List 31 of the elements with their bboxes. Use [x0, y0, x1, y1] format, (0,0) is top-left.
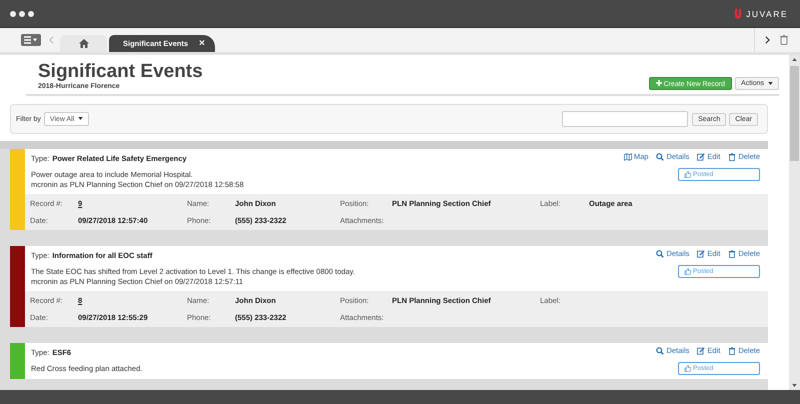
trash-icon — [728, 152, 736, 160]
scroll-up-arrow-icon[interactable] — [792, 58, 797, 61]
search-icon — [656, 152, 664, 160]
caret-icon — [768, 82, 773, 85]
close-tab-icon[interactable]: × — [199, 38, 205, 48]
trash-icon[interactable] — [780, 35, 788, 45]
thumbs-up-icon — [684, 365, 691, 372]
scrollbar[interactable] — [789, 55, 800, 390]
page-title: Significant Events — [38, 61, 203, 82]
home-tab[interactable] — [60, 35, 107, 52]
window-controls-icon — [10, 10, 34, 16]
forward-chevron-icon[interactable] — [765, 36, 770, 44]
thumbs-up-icon — [684, 171, 691, 178]
caret-icon — [78, 117, 84, 120]
shield-logo-icon — [734, 8, 742, 19]
map-icon — [624, 152, 632, 160]
plus-icon — [656, 80, 662, 86]
trash-icon — [728, 346, 736, 354]
edit-icon — [697, 346, 706, 354]
edit-icon — [697, 152, 706, 160]
scroll-thumb[interactable] — [790, 66, 799, 161]
thumbs-up-icon — [684, 268, 691, 275]
search-field[interactable] — [562, 111, 688, 127]
brand-name: JUVARE — [746, 8, 788, 18]
home-icon[interactable] — [78, 39, 88, 48]
search-icon — [656, 250, 664, 258]
edit-icon — [697, 250, 706, 258]
menu-button[interactable] — [21, 34, 41, 46]
scroll-down-arrow-icon[interactable] — [792, 384, 797, 387]
search-icon — [656, 346, 664, 354]
trash-icon — [728, 250, 736, 258]
